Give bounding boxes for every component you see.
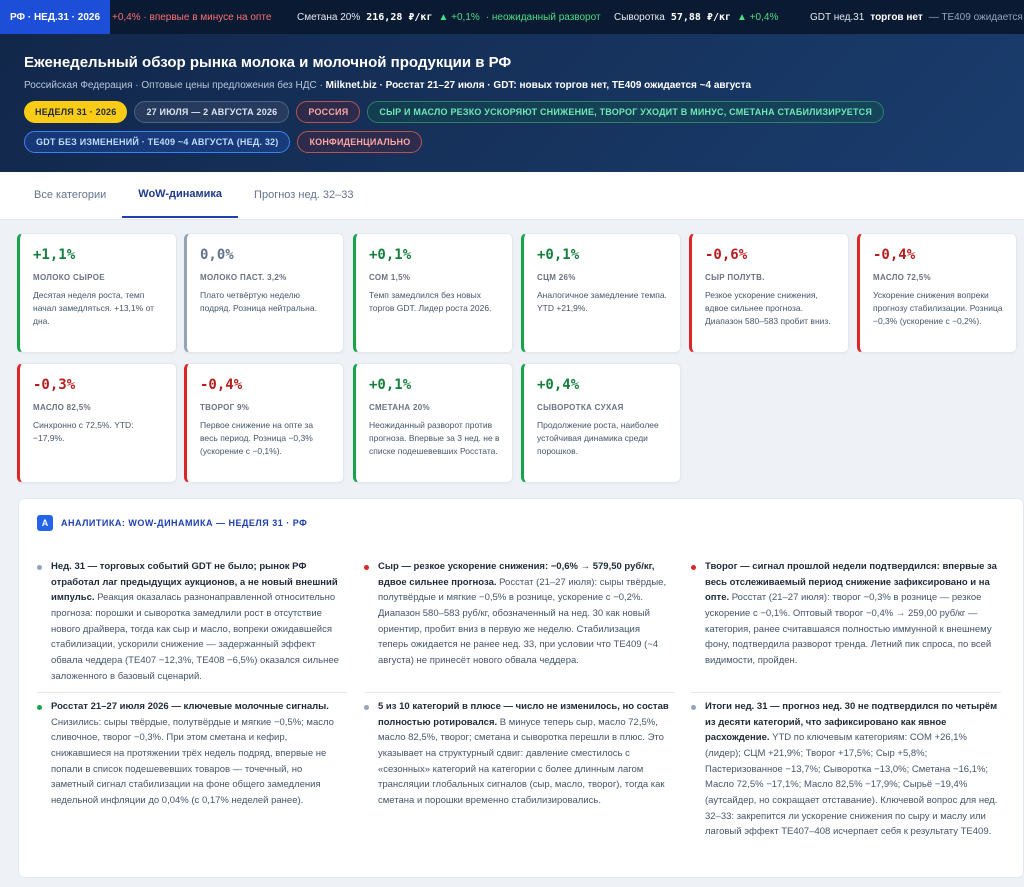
card-description: Плато четвёртую неделю подряд. Розница н… <box>200 290 317 313</box>
card-description: Десятая неделя роста, темп начал замедля… <box>33 290 155 326</box>
card-category-label: ТВОРОГ 9% <box>200 403 250 412</box>
ticker-item-price: торгов нет <box>870 11 923 23</box>
category-card[interactable]: +0,4% СЫВОРОТКА СУХАЯ Продолжение роста,… <box>521 363 681 483</box>
ticker-item-change: ▲ +0,4% <box>737 11 779 23</box>
analysis-item-heading: Росстат 21–27 июля 2026 — ключевые молоч… <box>51 701 329 712</box>
category-card[interactable]: -0,3% МАСЛО 82,5% Синхронно с 72,5%. YTD… <box>17 363 177 483</box>
card-description: Резкое ускорение снижения, вдвое сильнее… <box>705 290 831 326</box>
analysis-item-text: Снизились: сыры твёрдые, полутвёрдые и м… <box>51 716 334 807</box>
divider <box>364 692 674 693</box>
analysis-item-text: Росстат (21–27 июля): творог −0,3% в роз… <box>705 592 992 667</box>
card-category-label: МОЛОКО СЫРОЕ <box>33 273 105 282</box>
card-change-value: -0,3% <box>33 377 76 393</box>
meta-prefix: Российская Федерация · Оптовые цены пред… <box>24 80 326 91</box>
card-category-label: СЫВОРОТКА СУХАЯ <box>537 403 624 412</box>
tag-headline: СЫР И МАСЛО РЕЗКО УСКОРЯЮТ СНИЖЕНИЕ, ТВО… <box>367 101 885 123</box>
ticker-item: Сметана 20% 216,28 ₽/кг ▲ +0,1% · неожид… <box>297 0 601 34</box>
card-description: Темп замедлился без новых торгов GDT. Ли… <box>369 290 492 313</box>
ticker-item-change: ▲ +0,1% <box>438 11 480 23</box>
card-category-label: СОМ 1,5% <box>369 273 411 282</box>
tab-forecast[interactable]: Прогноз нед. 32–33 <box>238 172 369 218</box>
card-change-value: -0,4% <box>200 377 243 393</box>
card-change-value: -0,4% <box>873 247 916 263</box>
card-description: Неожиданный разворот против прогноза. Вп… <box>369 420 500 456</box>
bullet-dot <box>691 705 696 710</box>
card-category-label: СЦМ 26% <box>537 273 576 282</box>
card-description: Синхронно с 72,5%. YTD: −17,9%. <box>33 420 134 443</box>
card-change-value: +0,1% <box>369 377 412 393</box>
category-card[interactable]: +0,1% СЦМ 26% Аналогичное замедление тем… <box>521 233 681 353</box>
tag-dates: 27 ИЮЛЯ — 2 АВГУСТА 2026 <box>134 101 290 123</box>
category-card[interactable]: +1,1% МОЛОКО СЫРОЕ Десятая неделя роста,… <box>17 233 177 353</box>
card-change-value: +0,1% <box>369 247 412 263</box>
analysis-item-text: Росстат (21–27 июля): сыры твёрдые, полу… <box>378 576 667 667</box>
bullet-dot <box>37 705 42 710</box>
tag-confidential: КОНФИДЕНЦИАЛЬНО <box>297 131 423 153</box>
tag-week: НЕДЕЛЯ 31 · 2026 <box>24 101 128 123</box>
ticker-badge: РФ · НЕД.31 · 2026 <box>0 0 111 34</box>
category-card[interactable]: -0,4% МАСЛО 72,5% Ускорение снижения воп… <box>857 233 1017 353</box>
analysis-item: Нед. 31 — торговых событий GDT не было; … <box>37 559 345 684</box>
card-category-label: МАСЛО 72,5% <box>873 273 931 282</box>
ticker-item-text: +0,4% · впервые в минусе на опте <box>112 11 272 23</box>
ticker-item-name: Сметана 20% <box>297 11 361 23</box>
bullet-dot <box>691 565 696 570</box>
card-change-value: 0,0% <box>200 247 234 263</box>
card-category-label: СЫР ПОЛУТВ. <box>705 273 765 282</box>
bullet-dot <box>364 705 369 710</box>
analysis-panel: A АНАЛИТИКА: WOW-ДИНАМИКА — НЕДЕЛЯ 31 · … <box>18 498 1024 878</box>
analysis-item-text: YTD по ключевым категориям: СОМ +26,1% (… <box>705 732 998 838</box>
divider <box>691 692 1001 693</box>
divider <box>37 692 347 693</box>
bullet-dot <box>364 565 369 570</box>
tag-list: НЕДЕЛЯ 31 · 2026 27 ИЮЛЯ — 2 АВГУСТА 202… <box>24 101 904 153</box>
analysis-item: Сыр — резкое ускорение снижения: −0,6% →… <box>364 559 672 669</box>
analysis-item: Итоги нед. 31 — прогноз нед. 30 не подтв… <box>691 699 999 840</box>
card-description: Первое снижение на опте за весь период. … <box>200 420 314 456</box>
category-card[interactable]: +0,1% СМЕТАНА 20% Неожиданный разворот п… <box>353 363 513 483</box>
tab-bar: Все категории WoW-динамика Прогноз нед. … <box>0 172 1024 220</box>
analysis-item-text: В минусе теперь сыр, масло 72,5%, масло … <box>378 716 665 807</box>
ticker-item-price: 216,28 ₽/кг <box>366 11 433 23</box>
analysis-title: АНАЛИТИКА: WOW-ДИНАМИКА — НЕДЕЛЯ 31 · РФ <box>61 518 308 528</box>
bullet-dot <box>37 565 42 570</box>
ticker-item-price: 57,88 ₽/кг <box>670 11 732 23</box>
card-change-value: +1,1% <box>33 247 76 263</box>
analysis-item: Творог — сигнал прошлой недели подтверди… <box>691 559 999 669</box>
ticker-item-note: · неожиданный разворот <box>485 11 601 23</box>
ticker-item: GDT нед.31 торгов нет — TE409 ожидается <box>810 0 1023 34</box>
page-title: Еженедельный обзор рынка молока и молочн… <box>24 54 512 71</box>
analysis-item-text: Реакция оказалась разнонаправленной отно… <box>51 592 339 682</box>
report-header: Еженедельный обзор рынка молока и молочн… <box>0 34 1024 172</box>
card-category-label: СМЕТАНА 20% <box>369 403 430 412</box>
category-card[interactable]: 0,0% МОЛОКО ПАСТ. 3,2% Плато четвёртую н… <box>184 233 344 353</box>
report-meta: Российская Федерация · Оптовые цены пред… <box>24 80 1000 91</box>
card-category-label: МАСЛО 82,5% <box>33 403 91 412</box>
card-change-value: -0,6% <box>705 247 748 263</box>
analysis-item: Росстат 21–27 июля 2026 — ключевые молоч… <box>37 699 345 809</box>
meta-source: Milknet.biz · Росстат 21–27 июля · GDT: … <box>325 80 752 91</box>
ticker-item: +0,4% · впервые в минусе на опте <box>112 0 271 34</box>
tag-region: РОССИЯ <box>296 101 361 123</box>
card-description: Аналогичное замедление темпа. YTD +21,9%… <box>537 290 667 313</box>
category-card[interactable]: -0,4% ТВОРОГ 9% Первое снижение на опте … <box>184 363 344 483</box>
analysis-item: 5 из 10 категорий в плюсе — число не изм… <box>364 699 672 809</box>
ticker-item-name: GDT нед.31 <box>810 11 865 23</box>
category-card[interactable]: +0,1% СОМ 1,5% Темп замедлился без новых… <box>353 233 513 353</box>
card-category-label: МОЛОКО ПАСТ. 3,2% <box>200 273 287 282</box>
category-card[interactable]: -0,6% СЫР ПОЛУТВ. Резкое ускорение сниже… <box>689 233 849 353</box>
tab-wow-dynamics[interactable]: WoW-динамика <box>122 172 239 218</box>
ticker-item-note: — TE409 ожидается <box>928 11 1023 23</box>
card-description: Продолжение роста, наиболее устойчивая д… <box>537 420 659 456</box>
ticker-item: Сыворотка 57,88 ₽/кг ▲ +0,4% <box>614 0 778 34</box>
price-ticker: РФ · НЕД.31 · 2026 +0,4% · впервые в мин… <box>0 0 1024 34</box>
card-description: Ускорение снижения вопреки прогнозу стаб… <box>873 290 1003 326</box>
analysis-header: A АНАЛИТИКА: WOW-ДИНАМИКА — НЕДЕЛЯ 31 · … <box>37 515 307 531</box>
ticker-item-name: Сыворотка <box>614 11 665 23</box>
analytics-icon: A <box>37 515 53 531</box>
card-change-value: +0,4% <box>537 377 580 393</box>
tag-gdt: GDT БЕЗ ИЗМЕНЕНИЙ · TE409 ~4 АВГУСТА (НЕ… <box>24 131 291 153</box>
tab-all-categories[interactable]: Все категории <box>18 172 122 218</box>
card-change-value: +0,1% <box>537 247 580 263</box>
